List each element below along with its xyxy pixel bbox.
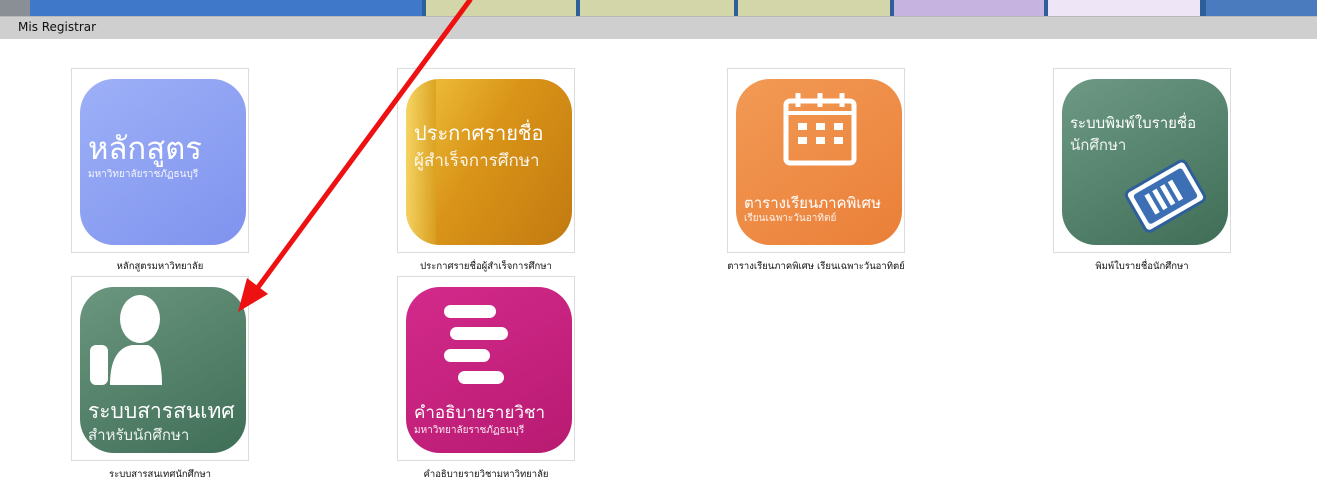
tab-strip-segment xyxy=(738,0,890,16)
tab-strip-segment xyxy=(1048,0,1200,16)
icon-subtitle: เรียนเฉพาะวันอาทิตย์ xyxy=(744,213,837,224)
tile-curriculum[interactable]: หลักสูตร มหาวิทยาลัยราชภัฏธนบุรี หลักสูต… xyxy=(71,68,249,272)
tab-strip-segment xyxy=(894,0,1044,16)
window-title: Mis Registrar xyxy=(18,20,97,34)
tile-caption[interactable]: ตารางเรียนภาคพิเศษ เรียนเฉพาะวันอาทิตย์ xyxy=(687,259,945,274)
tile-graduate-list[interactable]: ประกาศรายชื่อ ผู้สำเร็จการศึกษา ประกาศรา… xyxy=(397,68,575,272)
top-tab-strip xyxy=(0,0,1317,16)
window-title-bar: Mis Registrar xyxy=(0,16,1317,39)
tab-strip-segment xyxy=(426,0,576,16)
tile-thumbnail[interactable]: ตารางเรียนภาคพิเศษ เรียนเฉพาะวันอาทิตย์ xyxy=(727,68,905,253)
icon-subtitle: มหาวิทยาลัยราชภัฏธนบุรี xyxy=(414,425,525,436)
tab-strip-segment xyxy=(1206,0,1317,16)
tile-special-schedule[interactable]: ตารางเรียนภาคพิเศษ เรียนเฉพาะวันอาทิตย์ … xyxy=(727,68,905,272)
icon-title: ประกาศรายชื่อ xyxy=(414,121,544,145)
tab-strip-segment xyxy=(0,0,30,16)
tile-thumbnail[interactable]: คำอธิบายรายวิชา มหาวิทยาลัยราชภัฏธนบุรี xyxy=(397,276,575,461)
tab-strip-segment xyxy=(580,0,734,16)
tile-caption[interactable]: พิมพ์ใบรายชื่อนักศึกษา xyxy=(1013,259,1271,274)
student-info-icon[interactable]: ระบบสารสนเทศ สำหรับนักศึกษา xyxy=(80,287,246,453)
tile-thumbnail[interactable]: หลักสูตร มหาวิทยาลัยราชภัฏธนบุรี xyxy=(71,68,249,253)
tile-thumbnail[interactable]: ระบบพิมพ์ใบรายชื่อ นักศึกษา xyxy=(1053,68,1231,253)
icon-title: คำอธิบายรายวิชา xyxy=(414,403,546,423)
icon-subtitle: มหาวิทยาลัยราชภัฏธนบุรี xyxy=(88,169,199,180)
course-description-icon[interactable]: คำอธิบายรายวิชา มหาวิทยาลัยราชภัฏธนบุรี xyxy=(406,287,572,453)
tile-caption[interactable]: ระบบสารสนเทศนักศึกษา xyxy=(31,467,289,482)
id-cards-icon[interactable]: ระบบพิมพ์ใบรายชื่อ นักศึกษา xyxy=(1062,79,1228,245)
tile-course-description[interactable]: คำอธิบายรายวิชา มหาวิทยาลัยราชภัฏธนบุรี … xyxy=(397,276,575,480)
tile-thumbnail[interactable]: ระบบสารสนเทศ สำหรับนักศึกษา xyxy=(71,276,249,461)
tile-caption[interactable]: หลักสูตรมหาวิทยาลัย xyxy=(31,259,289,274)
tile-caption[interactable]: คำอธิบายรายวิชามหาวิทยาลัย xyxy=(357,467,615,482)
tile-caption[interactable]: ประกาศรายชื่อผู้สำเร็จการศึกษา xyxy=(357,259,615,274)
tab-strip-segment xyxy=(30,0,422,16)
curriculum-icon[interactable]: หลักสูตร มหาวิทยาลัยราชภัฏธนบุรี xyxy=(80,79,246,245)
icon-subtitle: สำหรับนักศึกษา xyxy=(88,426,190,444)
calendar-icon[interactable]: ตารางเรียนภาคพิเศษ เรียนเฉพาะวันอาทิตย์ xyxy=(736,79,902,245)
cards-glyph xyxy=(1124,159,1207,233)
icon-title: หลักสูตร xyxy=(88,131,202,167)
icon-subtitle: ผู้สำเร็จการศึกษา xyxy=(414,151,540,171)
tile-student-info-system[interactable]: ระบบสารสนเทศ สำหรับนักศึกษา ระบบสารสนเทศ… xyxy=(71,276,249,480)
tile-print-student-list[interactable]: ระบบพิมพ์ใบรายชื่อ นักศึกษา พิมพ์ใบรายชื… xyxy=(1053,68,1231,272)
graduate-list-icon[interactable]: ประกาศรายชื่อ ผู้สำเร็จการศึกษา xyxy=(406,79,572,245)
tile-thumbnail[interactable]: ประกาศรายชื่อ ผู้สำเร็จการศึกษา xyxy=(397,68,575,253)
